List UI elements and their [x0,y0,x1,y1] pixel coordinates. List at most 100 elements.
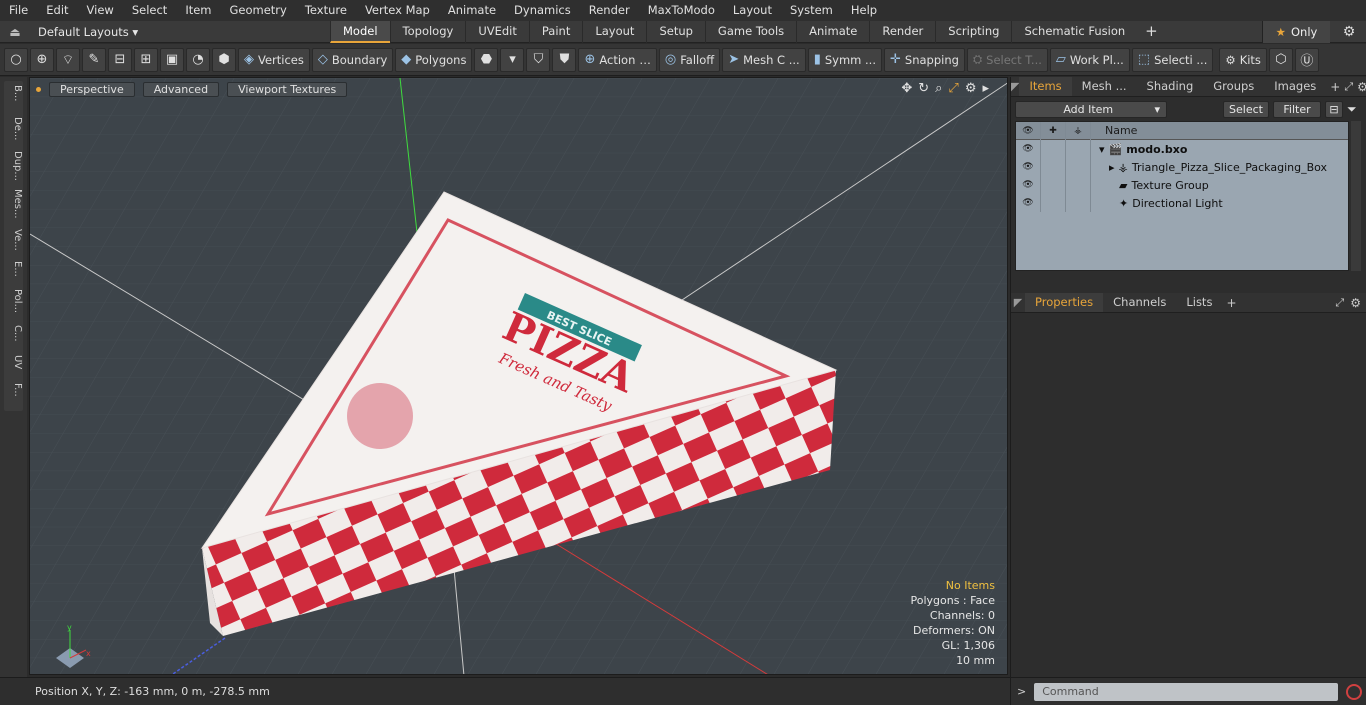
maximize-icon[interactable]: ⤢ [948,81,958,96]
list-item[interactable]: 👁 ▸ ⚶ Triangle_Pizza_Slice_Packaging_Box [1016,158,1348,176]
properties-expand-icon[interactable]: ⤢ [1335,296,1344,310]
lock-column-icon[interactable]: ✚ [1041,121,1066,140]
menu-view[interactable]: View [78,0,123,21]
tab-animate[interactable]: Animate [796,20,869,43]
tab-model[interactable]: Model [330,20,390,43]
tab-items[interactable]: Items [1019,77,1072,96]
sidebar-tab-vertex[interactable]: Ve... [4,229,23,251]
properties-settings-icon[interactable]: ⚙ [1344,296,1366,310]
frame-icon[interactable]: ▣ [160,47,184,72]
unity-icon[interactable]: ⬡ [1268,47,1293,72]
properties-menu-icon[interactable]: ◤ [1011,296,1025,309]
funnel-filter-icon[interactable]: ⏷ [1347,102,1361,117]
collapse-icon[interactable]: ⊟ [1325,100,1343,118]
zoom-icon[interactable]: ⌕ [935,81,942,96]
menu-render[interactable]: Render [580,0,639,21]
panel-menu-icon[interactable]: ◤ [1011,80,1019,93]
sidebar-tab-fusion[interactable]: F... [4,383,23,397]
eye-icon[interactable]: 👁 [1016,194,1041,212]
menu-layout[interactable]: Layout [724,0,781,21]
eye-icon[interactable]: 👁 [1016,158,1041,176]
expand-right-icon[interactable]: ▸ [1109,161,1115,174]
tab-mesh[interactable]: Mesh ... [1072,77,1137,96]
selection-sets-button[interactable]: ⬚ Selecti ... [1131,47,1214,72]
panel-settings-icon[interactable]: ⚙ [1353,80,1366,94]
menu-dynamics[interactable]: Dynamics [505,0,580,21]
dropdown-arrow-icon[interactable]: ▾ [500,47,525,72]
add-panel-tab-icon[interactable]: + [1326,80,1344,94]
polygons-button[interactable]: ◆ Polygons [395,47,473,72]
sidebar-tab-curve[interactable]: C... [4,325,23,342]
tab-paint[interactable]: Paint [528,20,582,43]
menu-vertex-map[interactable]: Vertex Map [356,0,439,21]
menu-animate[interactable]: Animate [439,0,505,21]
brush-icon[interactable]: ✎ [82,47,106,72]
menu-texture[interactable]: Texture [296,0,356,21]
perspective-button[interactable]: Perspective [49,81,135,97]
advanced-button[interactable]: Advanced [142,81,220,97]
tab-uvedit[interactable]: UVEdit [465,20,529,43]
unreal-icon[interactable]: Ⓤ [1294,47,1319,72]
viewport-settings-icon[interactable]: ⚙ [965,81,977,96]
viewport-textures-button[interactable]: Viewport Textures [227,81,348,97]
tab-channels[interactable]: Channels [1103,293,1176,312]
sidebar-tab-polygon[interactable]: Pol... [4,289,23,313]
work-plane-button[interactable]: ▱ Work Pl... [1049,47,1130,72]
select-circle-icon[interactable]: ○ [4,47,28,72]
record-icon[interactable] [1346,683,1363,700]
viewport-menu-dot-icon[interactable] [36,86,41,92]
center-icon[interactable]: ⊞ [134,47,158,72]
sidebar-tab-edge[interactable]: E... [4,261,23,277]
visibility-column-icon[interactable]: 👁 [1016,121,1041,140]
default-layouts-dropdown[interactable]: Default Layouts ▾ [30,25,330,39]
pan-icon[interactable]: ✥ [901,81,912,96]
expand-down-icon[interactable]: ▾ [1099,143,1105,156]
symmetry-shield-icon[interactable]: ⛉ [526,47,551,72]
tab-game-tools[interactable]: Game Tools [704,20,796,43]
arc-icon[interactable]: ◔ [186,47,210,72]
tab-render[interactable]: Render [869,20,935,43]
eye-icon[interactable]: 👁 [1016,140,1041,158]
falloff-button[interactable]: ◎ Falloff [658,47,721,72]
tab-scripting[interactable]: Scripting [935,20,1011,43]
viewport-arrow-icon[interactable]: ▸ [982,81,989,96]
sidebar-tab-basic[interactable]: B... [4,85,23,101]
menu-edit[interactable]: Edit [37,0,77,21]
item-mode-icon[interactable]: ⬢ [212,47,236,72]
item-list-scrollbar[interactable] [1351,121,1361,271]
command-input[interactable]: Command [1034,682,1339,701]
tab-lists[interactable]: Lists [1176,293,1222,312]
kits-button[interactable]: ⚙ Kits [1219,47,1267,72]
menu-system[interactable]: System [781,0,842,21]
list-item[interactable]: 👁 ✦ Directional Light [1016,194,1348,212]
sidebar-tab-duplicate[interactable]: Dup... [4,151,23,181]
layout-home-icon[interactable]: ⏏ [0,25,30,39]
pivot-shield-icon[interactable]: ⛊ [552,47,577,72]
vertices-button[interactable]: ◈ Vertices [238,47,310,72]
add-tab-icon[interactable]: + [1137,21,1166,43]
filter-button[interactable]: Filter [1273,100,1321,118]
menu-select[interactable]: Select [123,0,176,21]
name-column-header[interactable]: Name [1091,124,1137,137]
tab-properties[interactable]: Properties [1025,293,1104,312]
symmetry-button[interactable]: ▮ Symm ... [807,47,882,72]
eye-icon[interactable]: 👁 [1016,176,1041,194]
lasso-icon[interactable]: ⌔ [56,47,80,72]
snapping-button[interactable]: ✛ Snapping [884,47,965,72]
menu-geometry[interactable]: Geometry [221,0,296,21]
panel-expand-icon[interactable]: ⤢ [1344,80,1353,94]
globe-icon[interactable]: ⊕ [30,47,54,72]
action-center-button[interactable]: ⊕ Action… [578,47,657,72]
gear-icon[interactable]: ⚙ [1338,21,1360,43]
list-item[interactable]: 👁 ▰ Texture Group [1016,176,1348,194]
menu-help[interactable]: Help [842,0,886,21]
menu-file[interactable]: File [0,0,37,21]
tab-topology[interactable]: Topology [389,20,466,43]
3d-viewport[interactable]: BEST SLICE PIZZA Fresh and Tasty y x Per… [29,77,1008,675]
tab-images[interactable]: Images [1264,77,1326,96]
rotate-icon[interactable]: ↻ [918,81,929,96]
only-toggle[interactable]: ★ Only [1262,21,1330,43]
tab-groups[interactable]: Groups [1203,77,1264,96]
sidebar-tab-deform[interactable]: De... [4,117,23,140]
sidebar-tab-uv[interactable]: UV [4,355,23,369]
